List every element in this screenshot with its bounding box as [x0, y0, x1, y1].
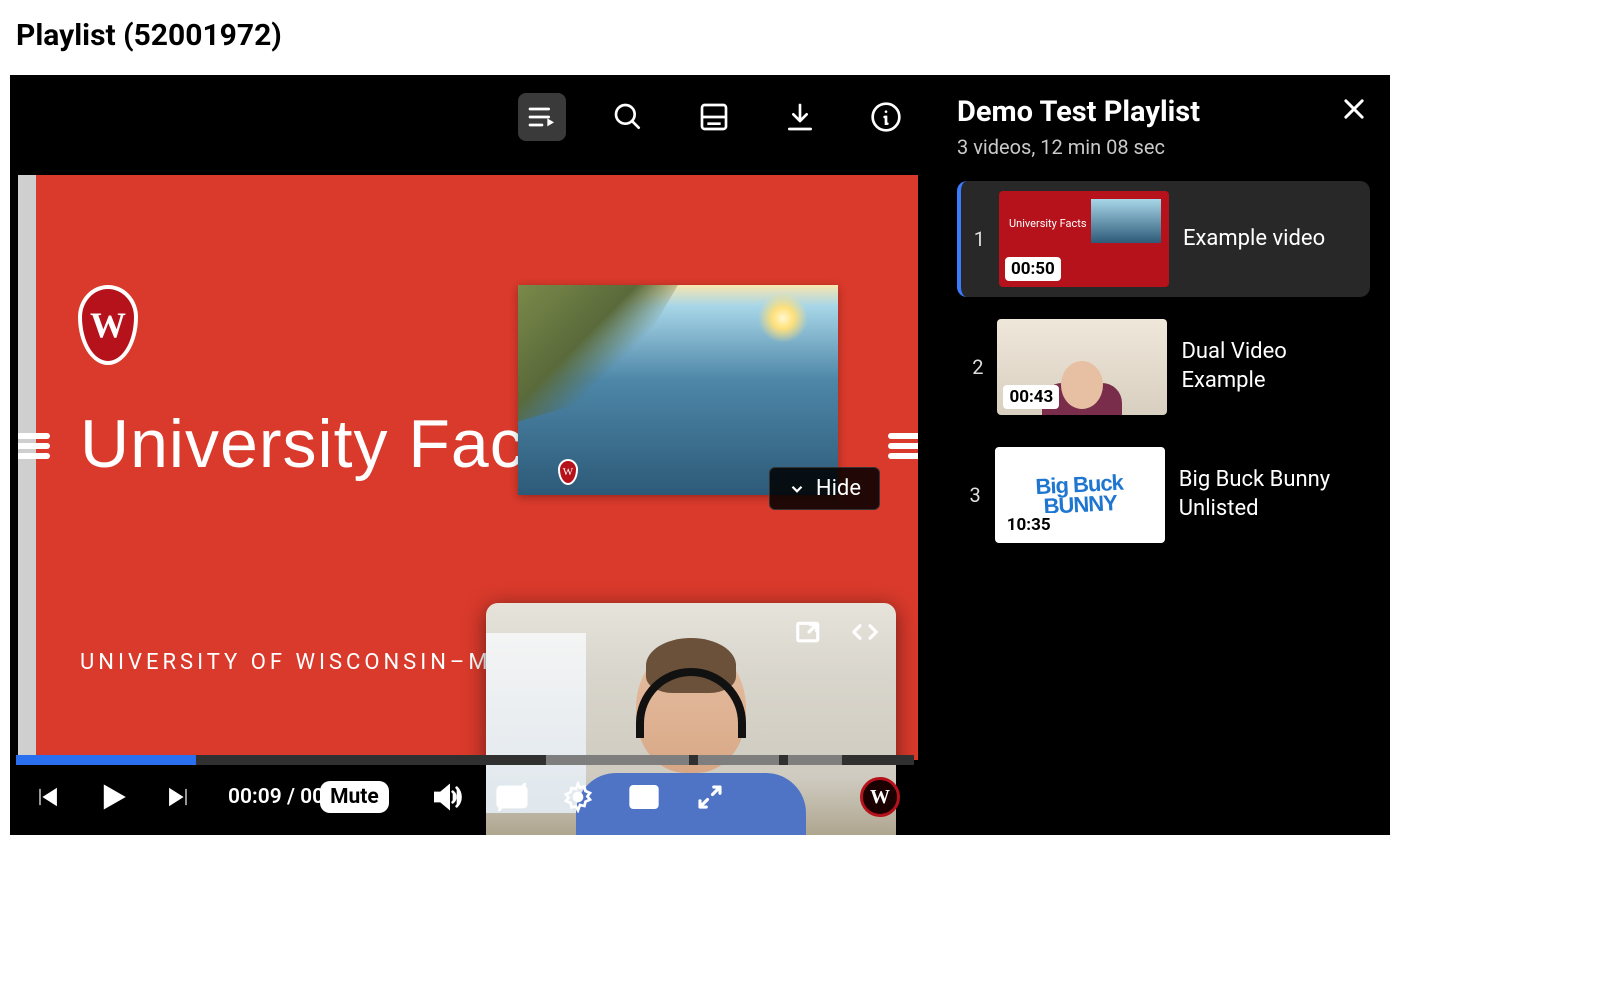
- playlist-icon[interactable]: [518, 93, 566, 141]
- playlist-item[interactable]: 3 Big BuckBUNNY 10:35 Big Buck Bunny Unl…: [957, 437, 1370, 553]
- playlist-title: Demo Test Playlist: [957, 95, 1200, 129]
- playlist-index: 1: [967, 227, 985, 251]
- download-icon[interactable]: [776, 93, 824, 141]
- playlist-item[interactable]: 2 00:43 Dual Video Example: [957, 309, 1370, 425]
- playlist-item-title: Example video: [1183, 225, 1325, 254]
- playlist-item-title: Big Buck Bunny Unlisted: [1179, 466, 1360, 523]
- pip-toggle-icon[interactable]: [627, 780, 661, 814]
- volume-button[interactable]: [429, 780, 463, 814]
- progress-bar[interactable]: [16, 755, 914, 765]
- search-icon[interactable]: [604, 93, 652, 141]
- playlist-thumbnail: Big BuckBUNNY 10:35: [995, 447, 1165, 543]
- hide-label: Hide: [816, 476, 861, 501]
- hide-inset-button[interactable]: Hide: [769, 467, 880, 510]
- fullscreen-button[interactable]: [693, 780, 727, 814]
- slide-inset-image: W: [518, 285, 838, 495]
- captions-off-icon[interactable]: [495, 780, 529, 814]
- playlist-duration: 10:35: [1001, 513, 1057, 537]
- transcript-icon[interactable]: [690, 93, 738, 141]
- playlist-thumbnail: 00:43: [997, 319, 1167, 415]
- info-icon[interactable]: [862, 93, 910, 141]
- video-stage[interactable]: W University Facts UNIVERSITY OF WISCONS…: [18, 175, 918, 760]
- play-button[interactable]: [96, 780, 130, 814]
- playlist-sidebar: Demo Test Playlist 3 videos, 12 min 08 s…: [945, 75, 1390, 835]
- playback-controls: 00:09 / 00 Mute W: [10, 755, 920, 835]
- playlist-index: 2: [967, 355, 983, 379]
- playlist-thumbnail: University Facts 00:50: [999, 191, 1169, 287]
- playlist-index: 3: [967, 483, 981, 507]
- time-display: 00:09 / 00 Mute: [228, 781, 397, 813]
- playlist-duration: 00:50: [1005, 257, 1061, 281]
- uw-crest-icon: W: [78, 285, 148, 385]
- previous-button[interactable]: [30, 780, 64, 814]
- playlist-item-title: Dual Video Example: [1181, 338, 1360, 395]
- top-icon-bar: [518, 93, 910, 141]
- page-title: Playlist (52001972): [16, 18, 1590, 53]
- uw-logo-button[interactable]: W: [860, 777, 900, 817]
- close-icon[interactable]: [1340, 95, 1370, 125]
- settings-gear-icon[interactable]: [561, 780, 595, 814]
- video-player: W University Facts UNIVERSITY OF WISCONS…: [10, 75, 1390, 835]
- playlist-summary: 3 videos, 12 min 08 sec: [957, 135, 1200, 159]
- next-button[interactable]: [162, 780, 196, 814]
- playlist-duration: 00:43: [1003, 385, 1059, 409]
- slide-subtitle: UNIVERSITY OF WISCONSIN–MAD: [80, 650, 529, 675]
- pip-popout-icon[interactable]: [790, 615, 828, 649]
- slide-title: University Facts: [80, 405, 580, 483]
- playlist-item[interactable]: 1 University Facts 00:50 Example video: [957, 181, 1370, 297]
- mute-tooltip: Mute: [320, 781, 389, 813]
- progress-fill: [16, 755, 196, 765]
- pip-swap-icon[interactable]: [846, 615, 884, 649]
